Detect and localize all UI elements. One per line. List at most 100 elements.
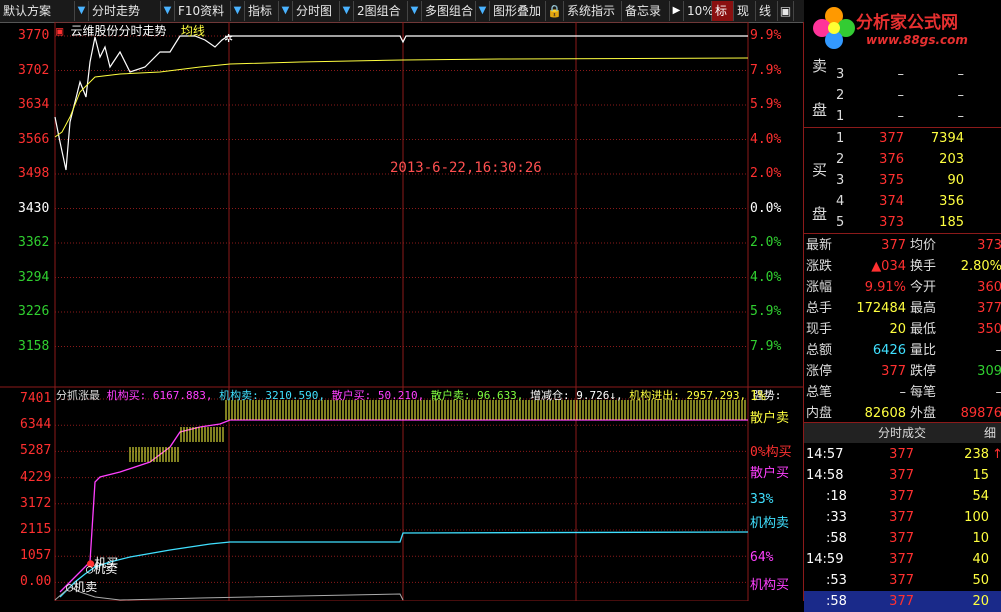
multi-chart-button[interactable]: 多图组合	[422, 1, 476, 21]
price-tick: 3702	[18, 62, 50, 78]
system-indicator-button[interactable]: 系统指示	[564, 1, 622, 21]
quote-label: 今开	[910, 280, 937, 295]
quote-label: 总笔	[806, 385, 833, 400]
quote-label: 最高	[910, 301, 937, 316]
tick-volume: 50	[972, 573, 989, 588]
tick-row[interactable]: 14:57 377 238 ↑	[804, 444, 1001, 465]
volume-tick: 4229	[20, 469, 52, 485]
inst-sell-marker: ○机卖	[86, 562, 118, 576]
sell-level-row[interactable]: 1 – –	[804, 106, 1001, 127]
quote-label: 总手	[806, 301, 833, 316]
level-price: 377	[879, 131, 904, 146]
overlay-button[interactable]: 图形叠加	[490, 1, 546, 21]
tick-time: 14:59	[806, 552, 844, 567]
buy-level-row[interactable]: 2 376 203	[804, 149, 1001, 170]
dropdown-arrow-icon[interactable]: ▼	[476, 1, 490, 21]
percent-tick: 4.0%	[750, 131, 782, 147]
volume-tick: 3172	[20, 495, 52, 511]
indicator-label: 0%构买	[750, 445, 792, 460]
volume-tick: 7401	[20, 391, 52, 406]
scheme-menu[interactable]: 默认方案	[0, 1, 75, 21]
quote-value: 82608	[864, 406, 906, 421]
buy-level-row[interactable]: 3 375 90	[804, 170, 1001, 191]
percent-tick: 5.9%	[750, 97, 782, 112]
percent-tick: 0.0%	[750, 200, 782, 216]
tick-time: :58	[826, 531, 847, 546]
quote-row: 涨跌 ▲034 换手 2.80%	[804, 256, 1001, 277]
dropdown-arrow-icon[interactable]: ▼	[340, 1, 354, 21]
chart-title: ▣ 云维股份分时走势 均线	[56, 24, 205, 38]
tick-time: :53	[826, 573, 847, 588]
chart-type-button[interactable]: 分时图	[293, 1, 340, 21]
price-tick: 3634	[18, 97, 50, 112]
quote-label: 每笔	[910, 385, 937, 400]
tick-volume: 15	[972, 468, 989, 483]
inst-buy-line	[59, 419, 748, 593]
sell-level-row[interactable]: 2 – –	[804, 85, 1001, 106]
indicator-label: 散户买	[750, 466, 790, 481]
sell-level-row[interactable]: 3 – –	[804, 64, 1001, 85]
dropdown-arrow-icon[interactable]: ▼	[408, 1, 422, 21]
percent-button[interactable]: 10%	[684, 1, 714, 21]
quote-label: 换手	[910, 259, 937, 274]
tick-volume: 238	[964, 447, 989, 462]
quote-value: ▲034	[871, 259, 906, 274]
lower-frame	[54, 386, 749, 601]
level-volume: 203	[939, 152, 964, 167]
dropdown-arrow-icon[interactable]: ▼	[161, 1, 175, 21]
dropdown-arrow-icon[interactable]: ▼	[231, 1, 245, 21]
level-price: –	[897, 67, 905, 82]
two-chart-button[interactable]: 2图组合	[354, 1, 408, 21]
buy-level-row[interactable]: 1 377 7394	[804, 128, 1001, 149]
level-price: –	[897, 88, 905, 103]
tick-row[interactable]: 14:58 377 15	[804, 465, 1001, 486]
percent-tick: 7.9%	[750, 62, 782, 78]
detail-button[interactable]: 细	[984, 423, 996, 443]
tick-time: :58	[826, 594, 847, 609]
quote-value: 377	[881, 238, 906, 253]
tick-row[interactable]: :33 377 100	[804, 507, 1001, 528]
indicator-button[interactable]: 指标	[245, 1, 279, 21]
close-button[interactable]: ▣	[778, 1, 794, 21]
memo-button[interactable]: 备忘录	[622, 1, 670, 21]
tick-row[interactable]: 14:59 377 40	[804, 549, 1001, 570]
buy-level-row[interactable]: 4 374 356	[804, 191, 1001, 212]
now-button[interactable]: 现	[734, 1, 756, 21]
mark-button[interactable]: 标	[712, 1, 734, 21]
quote-value: 377	[881, 364, 906, 379]
price-tick: 3226	[18, 304, 50, 319]
tick-time: 14:57	[806, 447, 844, 462]
tick-row[interactable]: :58 377 10	[804, 528, 1001, 549]
level-volume: 185	[939, 215, 964, 230]
price-tick: 3566	[18, 131, 50, 147]
play-icon[interactable]: ▶	[670, 1, 684, 21]
indicator-label: 1%	[750, 389, 766, 404]
dropdown-arrow-icon[interactable]: ▼	[279, 1, 293, 21]
quote-value: 377	[977, 301, 1001, 316]
volume-tick: 6344	[20, 417, 52, 433]
quote-value: 350	[977, 322, 1001, 337]
tick-row[interactable]: :18 377 54	[804, 486, 1001, 507]
intraday-button[interactable]: 分时走势	[89, 1, 161, 21]
percent-tick: 5.9%	[750, 304, 782, 319]
level-price: 375	[879, 173, 904, 188]
lock-icon[interactable]: 🔒	[546, 1, 564, 21]
buy-level-row[interactable]: 5 373 185	[804, 212, 1001, 233]
quote-label: 最低	[910, 322, 937, 337]
dropdown-arrow-icon[interactable]: ▼	[75, 1, 89, 21]
indicator-label: 机构卖	[750, 516, 790, 531]
quote-label: 量比	[910, 343, 937, 358]
inst-sell-line	[59, 531, 749, 598]
line-button[interactable]: 线	[756, 1, 778, 21]
tick-price: 377	[889, 531, 914, 546]
tick-row[interactable]: :58 377 20	[804, 591, 1001, 612]
volume-tick: 2115	[20, 522, 52, 537]
volume-tick: 0.00	[20, 574, 52, 590]
price-tick: 3158	[18, 338, 50, 354]
tick-row[interactable]: :53 377 50	[804, 570, 1001, 591]
quote-value: 373	[977, 238, 1001, 253]
percent-tick: 7.9%	[750, 338, 782, 354]
quote-row: 总手 172484 最高 377	[804, 298, 1001, 319]
tick-price: 377	[889, 573, 914, 588]
f10-button[interactable]: F10资料	[175, 1, 231, 21]
